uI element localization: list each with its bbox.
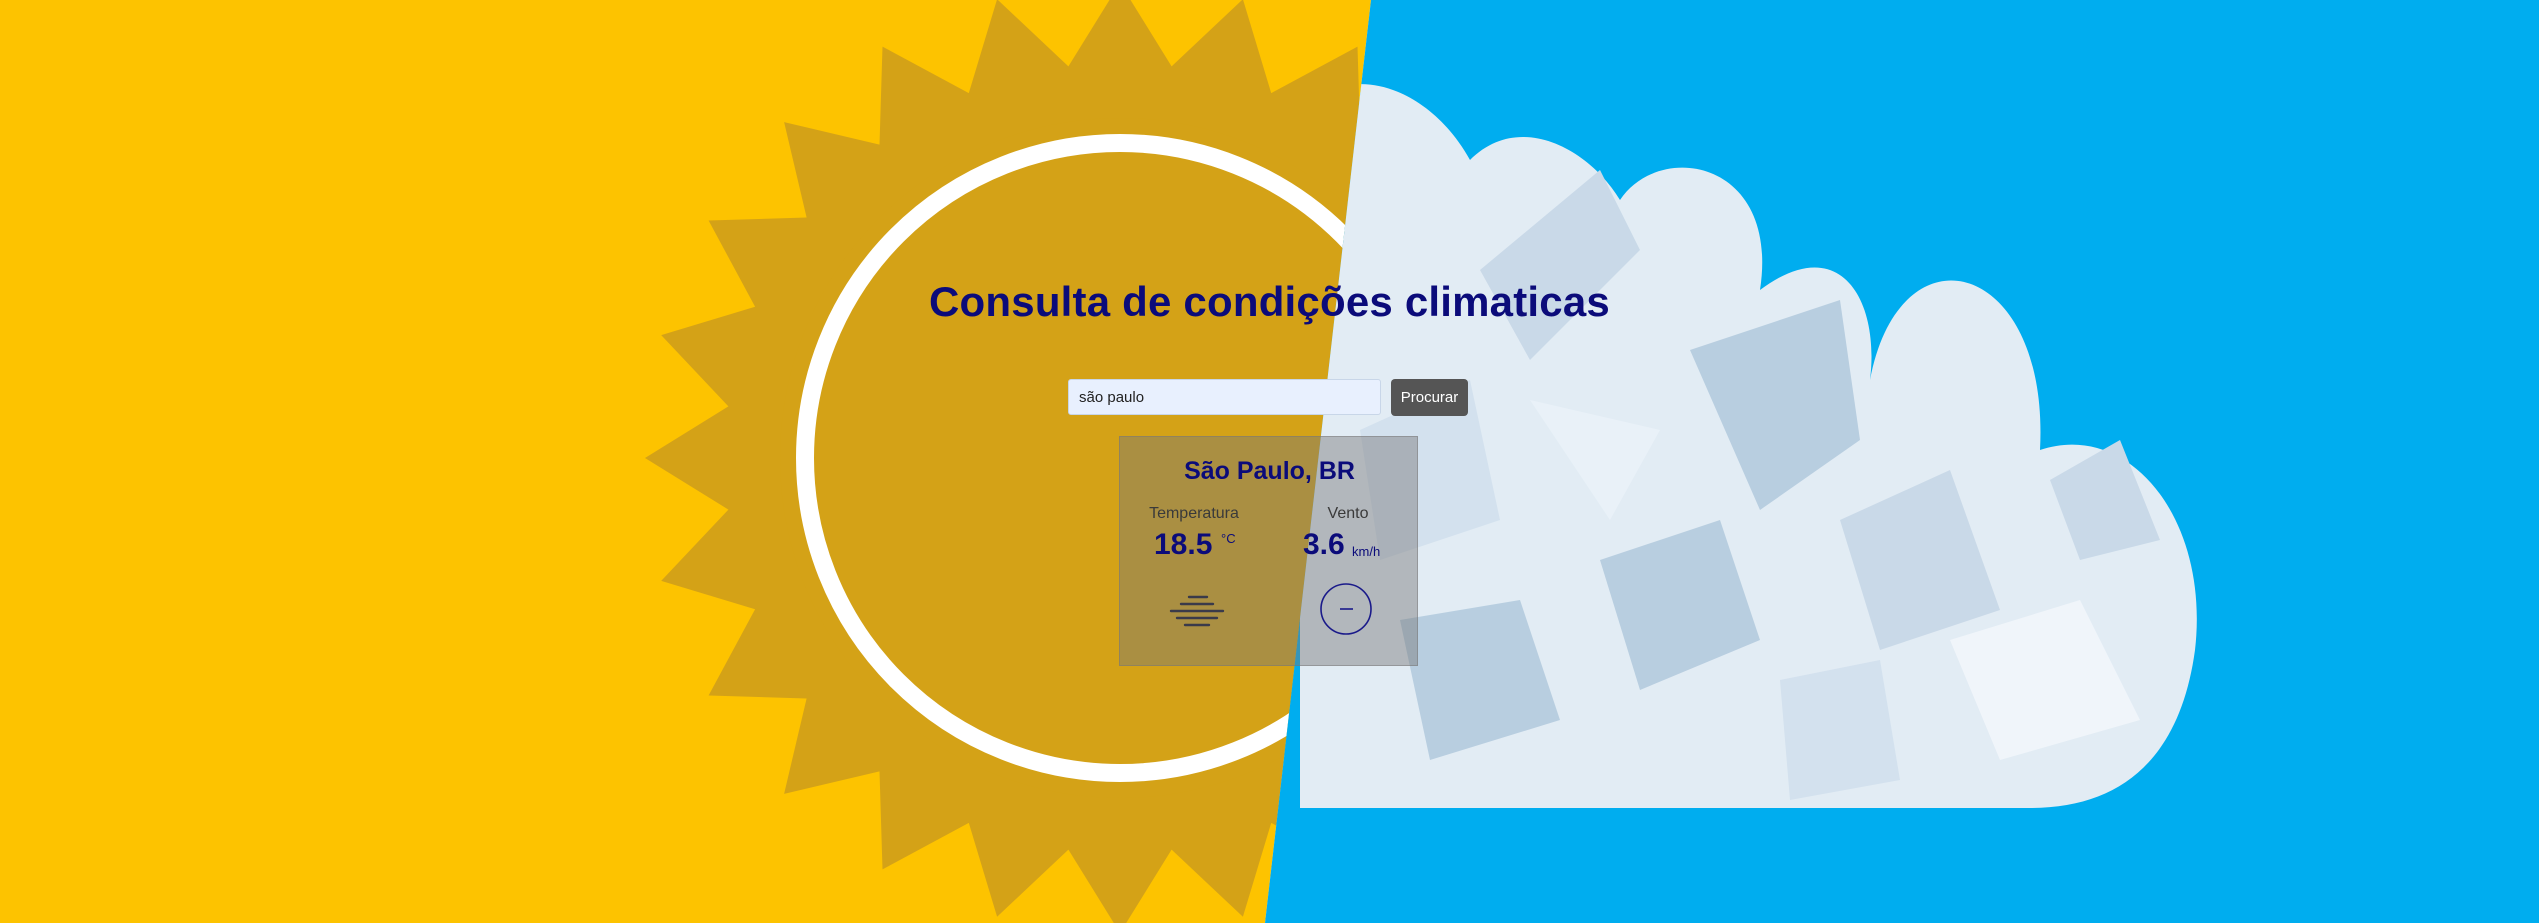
temperature-label: Temperatura: [1149, 505, 1239, 522]
page-title: Consulta de condições climaticas: [929, 278, 1610, 325]
weather-result-card: São Paulo, BR Temperatura 18.5 °C Vento …: [1119, 436, 1418, 666]
wind-direction-icon: [1320, 583, 1372, 635]
search-button[interactable]: Procurar: [1391, 379, 1468, 416]
wind-label: Vento: [1327, 505, 1369, 522]
wind-unit: km/h: [1352, 544, 1381, 559]
temperature-unit: °C: [1221, 531, 1236, 546]
city-name: São Paulo, BR: [1184, 457, 1355, 485]
temperature-value: 18.5: [1154, 528, 1213, 561]
city-search-input[interactable]: [1068, 379, 1381, 415]
wind-value: 3.6: [1303, 528, 1345, 561]
page-content: Consulta de condições climaticas Procura…: [0, 0, 2539, 923]
fog-icon: [1169, 595, 1225, 627]
